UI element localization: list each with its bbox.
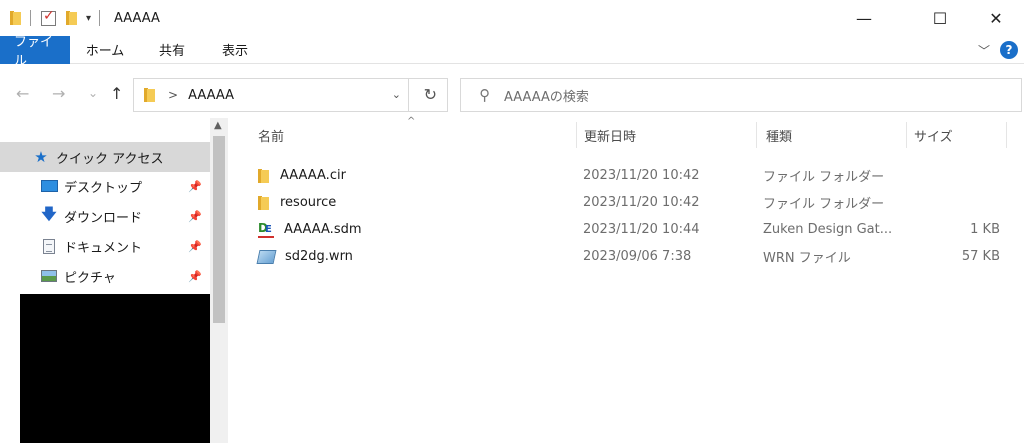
- folder-icon: [144, 87, 156, 103]
- navigation-bar: ← → ⌄ ↑ > AAAAA ⌄ ↻ ⚲ AAAAAの検索: [0, 72, 1024, 118]
- scroll-up-icon[interactable]: ▲: [214, 120, 222, 131]
- address-bar[interactable]: > AAAAA ⌄ ↻: [133, 78, 448, 112]
- title-bar: ▾ AAAAA — ☐ ✕: [0, 0, 1024, 36]
- table-row[interactable]: sd2dg.wrn 2023/09/06 7:38 WRN ファイル 57 KB: [250, 243, 1010, 270]
- maximize-button[interactable]: ☐: [912, 0, 968, 36]
- file-name-cell[interactable]: resource: [258, 189, 336, 216]
- ribbon-tabs: ファイル ホーム 共有 表示 ﹀ ?: [0, 35, 1024, 69]
- address-divider: [408, 79, 409, 111]
- sidebar-item-label: ドキュメント: [64, 240, 143, 256]
- sidebar-item-desktop[interactable]: デスクトップ 📌: [0, 171, 210, 201]
- redacted-area: [20, 294, 212, 443]
- close-button[interactable]: ✕: [968, 0, 1024, 36]
- file-name-cell[interactable]: DE AAAAA.sdm: [258, 216, 362, 243]
- document-icon: [40, 238, 58, 254]
- back-button[interactable]: ←: [16, 84, 29, 103]
- address-dropdown-button[interactable]: ⌄: [392, 88, 401, 101]
- wrn-file-icon: [256, 249, 277, 264]
- column-header-label: サイズ: [914, 129, 953, 145]
- column-header-size[interactable]: サイズ: [914, 118, 1004, 152]
- file-list: ^ 名前 更新日時 種類 サイズ AAAAA.cir 2023/11/20 10…: [230, 116, 1024, 443]
- sidebar-item-quick-access[interactable]: ★ クイック アクセス: [0, 142, 210, 172]
- new-folder-icon[interactable]: [66, 10, 78, 26]
- tab-home[interactable]: ホーム: [70, 36, 140, 64]
- pin-icon[interactable]: 📌: [188, 210, 202, 223]
- file-type: ファイル フォルダー: [763, 197, 885, 212]
- download-icon: 🡇: [41, 204, 57, 223]
- file-size: 57 KB: [961, 249, 1000, 264]
- sidebar-item-label: ピクチャ: [64, 270, 116, 286]
- file-type: WRN ファイル: [763, 251, 851, 266]
- refresh-button[interactable]: ↻: [424, 85, 437, 104]
- search-icon: ⚲: [479, 86, 490, 104]
- column-header-label: 名前: [258, 129, 285, 145]
- table-row[interactable]: AAAAA.cir 2023/11/20 10:42 ファイル フォルダー: [250, 162, 1010, 189]
- help-button[interactable]: ?: [1000, 41, 1018, 59]
- file-date: 2023/09/06 7:38: [583, 249, 692, 264]
- pin-icon[interactable]: 📌: [188, 270, 202, 283]
- column-header-date[interactable]: 更新日時: [584, 118, 754, 152]
- table-row[interactable]: resource 2023/11/20 10:42 ファイル フォルダー: [250, 189, 1010, 216]
- file-type: Zuken Design Gat...: [763, 222, 893, 237]
- column-divider[interactable]: [1006, 122, 1007, 148]
- folder-icon: [258, 168, 270, 184]
- column-header-type[interactable]: 種類: [766, 118, 906, 152]
- file-name-cell[interactable]: sd2dg.wrn: [256, 243, 353, 270]
- tab-share[interactable]: 共有: [140, 36, 204, 64]
- sidebar-item-downloads[interactable]: 🡇 ダウンロード 📌: [0, 201, 210, 231]
- search-box[interactable]: ⚲ AAAAAの検索: [460, 78, 1022, 112]
- column-divider[interactable]: [576, 122, 577, 148]
- sidebar-item-label: ダウンロード: [64, 210, 143, 226]
- tab-view[interactable]: 表示: [204, 36, 266, 64]
- desktop-icon: [40, 178, 58, 194]
- navigation-pane: ★ クイック アクセス デスクトップ 📌 🡇 ダウンロード 📌 ドキュメント 📌…: [0, 118, 230, 443]
- sidebar-item-label: クイック アクセス: [56, 151, 164, 167]
- sidebar-item-pictures[interactable]: ピクチャ 📌: [0, 261, 210, 291]
- pictures-icon: [40, 268, 58, 284]
- folder-icon[interactable]: [10, 10, 22, 26]
- column-header-label: 種類: [766, 129, 793, 145]
- navigation-scrollbar[interactable]: ▲: [210, 118, 228, 443]
- sidebar-item-label: デスクトップ: [64, 180, 143, 196]
- file-size: 1 KB: [970, 222, 1000, 237]
- sdm-file-icon: DE: [258, 221, 274, 238]
- toolbar-divider: [30, 10, 31, 26]
- toolbar-divider: [99, 10, 101, 26]
- sidebar-item-documents[interactable]: ドキュメント 📌: [0, 231, 210, 261]
- folder-icon: [258, 195, 270, 211]
- breadcrumb-separator[interactable]: >: [168, 88, 178, 102]
- file-name: sd2dg.wrn: [285, 249, 353, 264]
- chevron-down-icon[interactable]: ﹀: [978, 42, 990, 59]
- window-title: AAAAA: [114, 10, 160, 26]
- up-button[interactable]: ↑: [110, 84, 123, 103]
- file-name: AAAAA.sdm: [284, 222, 362, 237]
- properties-icon[interactable]: [41, 8, 56, 26]
- recent-locations-button[interactable]: ⌄: [88, 86, 98, 100]
- scrollbar-thumb[interactable]: [213, 136, 225, 323]
- ribbon-right-controls: ﹀ ?: [978, 41, 1018, 59]
- window-controls: — ☐ ✕: [836, 0, 1024, 36]
- minimize-button[interactable]: —: [836, 0, 892, 36]
- file-name-cell[interactable]: AAAAA.cir: [258, 162, 346, 189]
- file-name: resource: [280, 195, 337, 210]
- forward-button[interactable]: →: [52, 84, 65, 103]
- pin-icon[interactable]: 📌: [188, 180, 202, 193]
- file-date: 2023/11/20 10:44: [583, 222, 700, 237]
- file-date: 2023/11/20 10:42: [583, 195, 700, 210]
- breadcrumb-path[interactable]: AAAAA: [188, 88, 234, 103]
- column-divider[interactable]: [756, 122, 757, 148]
- column-header-name[interactable]: 名前: [258, 118, 576, 152]
- file-type: ファイル フォルダー: [763, 170, 885, 185]
- column-header-label: 更新日時: [584, 129, 637, 145]
- tab-file[interactable]: ファイル: [0, 35, 70, 69]
- file-date: 2023/11/20 10:42: [583, 168, 700, 183]
- star-icon: ★: [34, 148, 48, 166]
- file-name: AAAAA.cir: [280, 168, 346, 183]
- table-row[interactable]: DE AAAAA.sdm 2023/11/20 10:44 Zuken Desi…: [250, 216, 1010, 243]
- column-divider[interactable]: [906, 122, 907, 148]
- customize-toolbar-icon[interactable]: ▾: [86, 13, 91, 24]
- pin-icon[interactable]: 📌: [188, 240, 202, 253]
- search-placeholder[interactable]: AAAAAの検索: [504, 86, 589, 105]
